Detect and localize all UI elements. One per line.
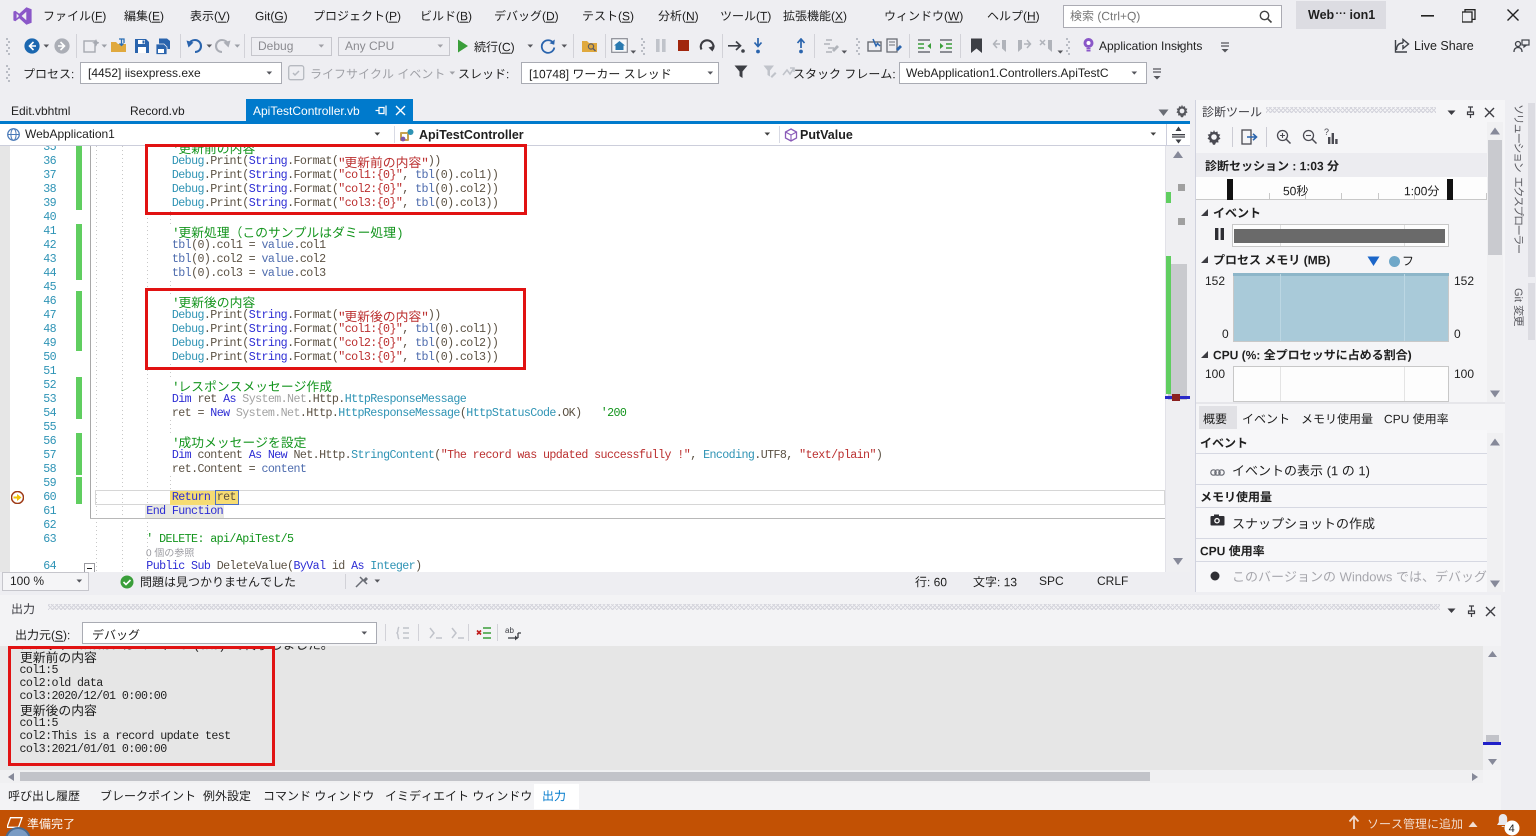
svg-text:?: ?: [1324, 128, 1329, 137]
svg-text:ab: ab: [505, 626, 514, 635]
svg-text:4: 4: [1509, 823, 1515, 835]
